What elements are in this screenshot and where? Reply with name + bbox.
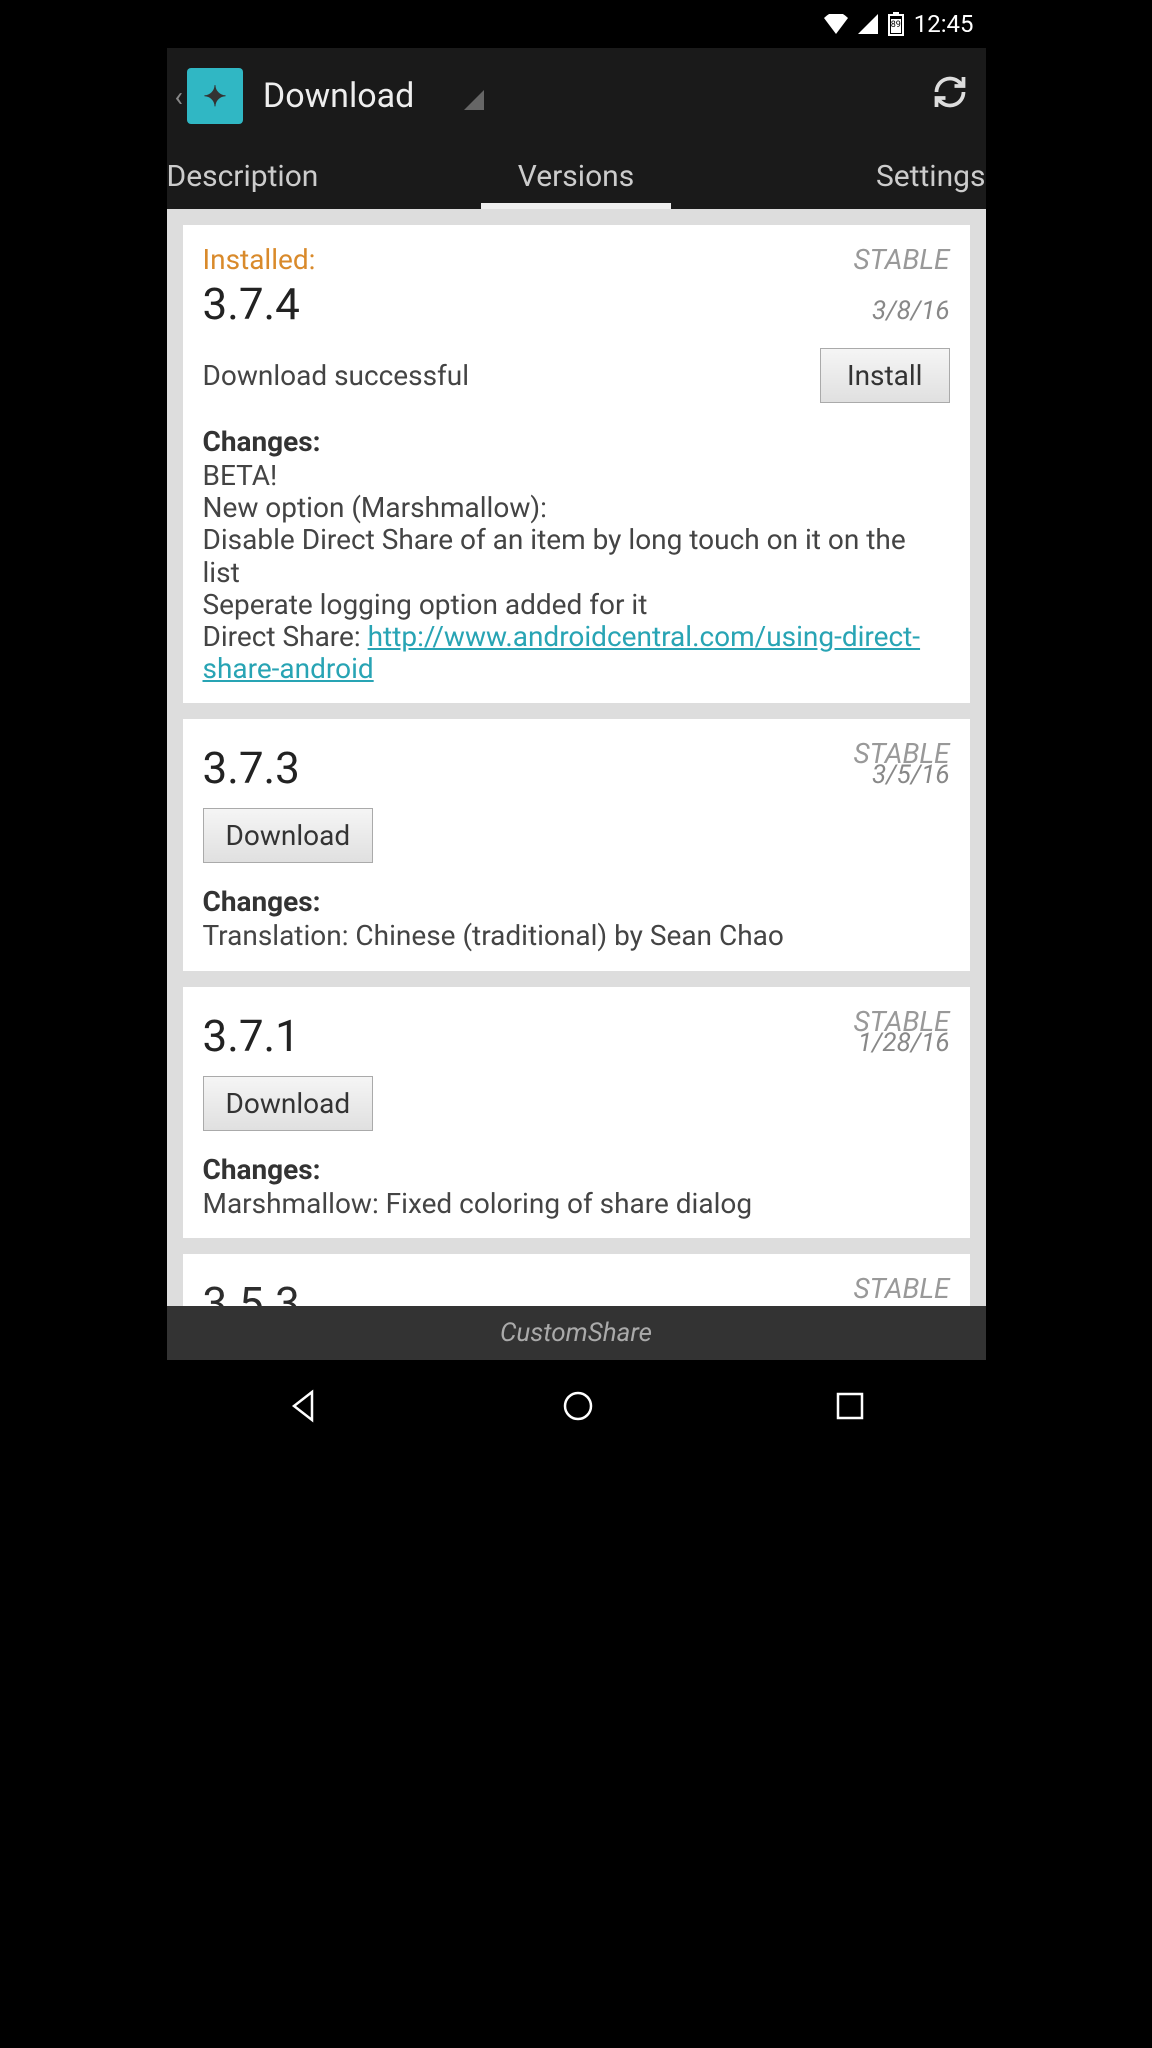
download-button[interactable]: Download <box>203 808 374 863</box>
nav-recent-button[interactable] <box>834 1390 866 1426</box>
tab-settings[interactable]: Settings <box>876 159 986 194</box>
version-number: 3.5.3 <box>203 1277 300 1306</box>
version-card: STABLE 3.7.1 1/28/16 Download Changes: M… <box>183 987 970 1238</box>
changes-text: Marshmallow: Fixed coloring of share dia… <box>203 1187 753 1220</box>
changes-body: BETA! New option (Marshmallow): Disable … <box>203 460 950 685</box>
version-card: STABLE 3.7.3 3/5/16 Download Changes: Tr… <box>183 719 970 970</box>
nav-home-button[interactable] <box>560 1388 596 1428</box>
version-number: 3.7.1 <box>203 1010 300 1062</box>
changes-text: Translation: Chinese (traditional) by Se… <box>203 919 784 952</box>
footer-label: CustomShare <box>500 1318 652 1348</box>
download-button[interactable]: Download <box>203 1076 374 1131</box>
tab-bar: Description Versions Settings <box>167 144 986 209</box>
clock-text: 12:45 <box>914 10 974 38</box>
dropdown-triangle-icon[interactable] <box>464 90 484 110</box>
tab-versions[interactable]: Versions <box>518 159 634 194</box>
version-date: 1/28/16 <box>858 1028 950 1058</box>
app-header: ‹ ✦ Download <box>167 48 986 144</box>
refresh-button[interactable] <box>932 74 968 119</box>
footer-app-name: CustomShare <box>167 1306 986 1360</box>
changes-heading: Changes: <box>203 885 950 918</box>
android-nav-bar <box>167 1360 986 1456</box>
version-card: STABLE 3.5.3 <box>183 1254 970 1306</box>
changes-heading: Changes: <box>203 425 950 458</box>
android-status-bar: 89 12:45 <box>167 0 986 48</box>
wifi-icon <box>824 14 848 34</box>
version-date: 3/8/16 <box>872 296 950 326</box>
version-date: 3/5/16 <box>872 760 950 790</box>
nav-back-button[interactable] <box>286 1388 322 1428</box>
changes-body: Translation: Chinese (traditional) by Se… <box>203 920 950 952</box>
battery-percent: 89 <box>891 20 901 30</box>
install-button[interactable]: Install <box>820 348 950 403</box>
versions-list[interactable]: Installed: STABLE 3.7.4 3/8/16 Download … <box>167 209 986 1306</box>
active-tab-indicator <box>481 203 671 209</box>
app-logo-icon: ✦ <box>187 68 243 124</box>
stable-badge: STABLE <box>854 243 950 276</box>
changes-heading: Changes: <box>203 1153 950 1186</box>
back-chevron-icon: ‹ <box>175 80 183 113</box>
download-status: Download successful <box>203 359 470 392</box>
changes-body: Marshmallow: Fixed coloring of share dia… <box>203 1188 950 1220</box>
stable-badge: STABLE <box>854 1272 950 1305</box>
tab-description[interactable]: Description <box>167 159 319 194</box>
page-title[interactable]: Download <box>263 76 414 116</box>
battery-icon: 89 <box>888 12 904 36</box>
signal-icon <box>858 14 878 34</box>
installed-label: Installed: <box>203 243 316 276</box>
version-number: 3.7.4 <box>203 278 300 330</box>
back-with-icon[interactable]: ‹ ✦ <box>175 68 243 124</box>
version-number: 3.7.3 <box>203 742 300 794</box>
version-card: Installed: STABLE 3.7.4 3/8/16 Download … <box>183 225 970 703</box>
